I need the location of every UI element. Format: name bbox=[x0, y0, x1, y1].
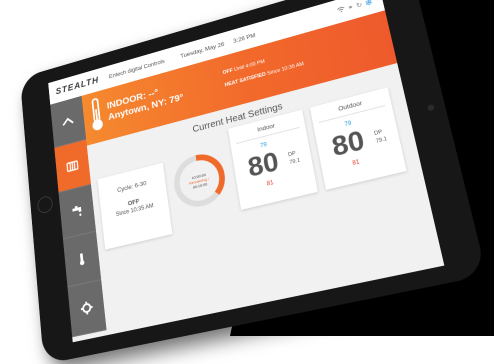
sidebar-item-temperature[interactable] bbox=[63, 232, 101, 288]
sync-icon: ↻ bbox=[356, 1, 363, 10]
outdoor-low: 81 bbox=[352, 159, 360, 167]
current-time: 3:26 PM bbox=[233, 32, 256, 44]
sidebar-item-settings[interactable] bbox=[68, 280, 107, 337]
outdoor-dp-label: DP bbox=[374, 129, 383, 137]
indoor-dp-label: DP bbox=[288, 151, 297, 159]
home-button[interactable] bbox=[37, 195, 54, 215]
cycle-card[interactable]: Cycle: 6-30 OFF Since 10:35 AM bbox=[98, 163, 173, 250]
sidebar-item-water[interactable] bbox=[59, 185, 96, 240]
outdoor-dp-value: 79.1 bbox=[375, 136, 387, 145]
app-screen: STEALTH Entech digital Controls Tuesday,… bbox=[48, 0, 444, 342]
snowflake-icon[interactable]: ❄ bbox=[364, 0, 374, 9]
radiator-icon bbox=[66, 158, 79, 173]
link-icon: ⚭ bbox=[347, 3, 354, 12]
chevron-up-icon bbox=[62, 116, 74, 128]
thermometer-icon bbox=[77, 251, 87, 266]
indoor-low: 81 bbox=[267, 180, 275, 187]
outdoor-card[interactable]: Outdoor 79 80 81 DP 79.1 bbox=[310, 87, 407, 190]
wifi-icon bbox=[336, 6, 345, 15]
faucet-icon bbox=[70, 204, 83, 220]
system-status: OFF Until 4:00 PM HEAT SATISFIED Since 1… bbox=[222, 45, 305, 92]
indoor-card[interactable]: Indoor 79 80 81 DP 79.1 bbox=[228, 110, 318, 210]
outdoor-temperature: 80 bbox=[329, 124, 367, 163]
thermometer-icon bbox=[87, 95, 106, 134]
gear-icon bbox=[80, 300, 94, 316]
indoor-dp-value: 79.1 bbox=[289, 158, 301, 166]
camera-lens bbox=[427, 104, 435, 111]
indoor-temperature: 80 bbox=[246, 146, 281, 184]
cycle-timer-gauge: 10:00:00 Remaining ↓ 00:10:00 bbox=[168, 145, 232, 215]
